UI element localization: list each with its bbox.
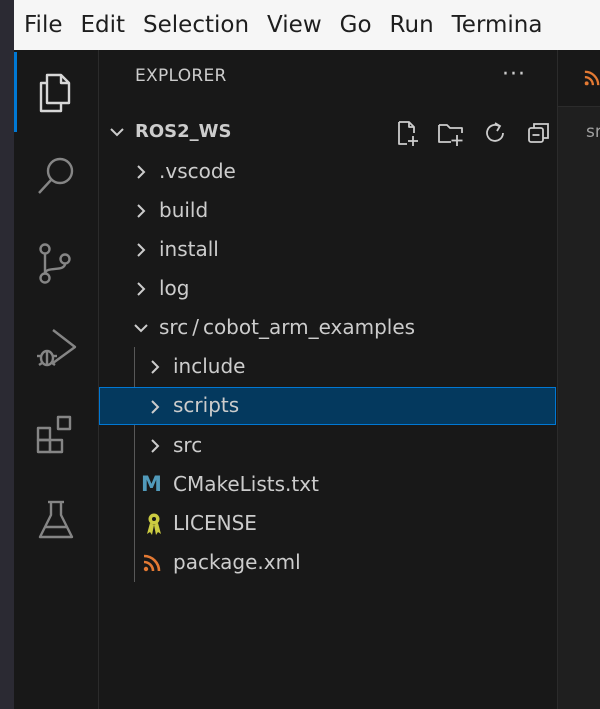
activity-search-button[interactable] [28,148,84,204]
chevron-right-icon [137,243,146,257]
tree-item-label: log [159,276,190,300]
tree-item-license[interactable]: LICENSE [99,505,556,543]
tree-item-label: scripts [173,393,240,417]
extensions-icon [36,415,72,454]
new-file-button[interactable] [387,118,427,148]
activity-source-control-button[interactable] [28,235,84,291]
cmake-icon: M [141,472,162,496]
tree-item-label: include [173,354,246,378]
search-icon [38,157,74,194]
tree-item-cmakelists[interactable]: M CMakeLists.txt [99,466,556,504]
chevron-down-icon [134,324,148,333]
tree-item-label: build [159,198,209,222]
explorer-title: EXPLORER [135,66,227,86]
menu-bar: File Edit Selection View Go Run Termina [14,0,600,50]
menu-terminal[interactable]: Termina [442,12,551,38]
tree-item-label: LICENSE [173,511,257,535]
testing-icon [38,500,74,539]
tree-item-scripts[interactable]: scripts [99,387,556,425]
path-separator: / [192,315,199,339]
workspace-root-label: ROS2_WS [135,121,232,142]
tree-item-label: src [173,433,203,457]
chevron-down-icon [110,128,124,137]
rss-xml-icon [143,554,161,572]
menu-run[interactable]: Run [380,12,442,38]
collapse-all-button[interactable] [519,118,559,148]
new-folder-icon [438,124,463,146]
source-control-icon [39,243,71,284]
menu-edit[interactable]: Edit [71,12,134,38]
explorer-icon [39,73,71,113]
tree-item-label: install [159,237,219,261]
tree-item-label: src / cobot_arm_examples [159,315,415,339]
activity-explorer-button[interactable] [28,64,84,120]
rss-xml-icon[interactable] [584,70,600,86]
chevron-right-icon [137,204,146,218]
active-indicator [14,52,17,132]
tree-item-src[interactable]: src [99,427,556,465]
chevron-right-icon [151,400,160,414]
compact-folder-src[interactable]: src [159,315,188,339]
menu-view[interactable]: View [257,12,330,38]
tree-item-log[interactable]: log [99,270,556,308]
tree-item-label: .vscode [159,159,236,183]
explorer-sidebar: EXPLORER ··· ROS2_WS .vscode build insta… [99,50,556,709]
tree-item-package-xml[interactable]: package.xml [99,544,556,582]
editor-tab-strip [558,50,600,107]
new-folder-button[interactable] [431,118,471,148]
tree-item-label: CMakeLists.txt [173,472,319,496]
tree-item-install[interactable]: install [99,231,556,269]
collapse-all-icon [528,123,549,143]
menu-file[interactable]: File [14,12,71,38]
activity-run-debug-button[interactable] [28,320,84,376]
chevron-right-icon [137,165,146,179]
tree-item-label: package.xml [173,550,301,574]
chevron-right-icon [151,360,160,374]
new-file-icon [398,121,418,146]
explorer-actions [387,118,559,148]
tree-item-include[interactable]: include [99,348,556,386]
menu-selection[interactable]: Selection [133,12,257,38]
run-debug-icon [37,329,77,367]
tree-item-build[interactable]: build [99,192,556,230]
tree-item-src-cobot-arm-examples[interactable]: src / cobot_arm_examples [99,309,556,347]
more-actions-icon[interactable]: ··· [502,62,526,87]
breadcrumb[interactable]: sr [586,122,600,142]
workspace-root[interactable]: ROS2_WS [99,114,556,150]
activity-testing-button[interactable] [28,492,84,548]
activity-extensions-button[interactable] [28,406,84,462]
license-icon [147,513,161,535]
tree-item-vscode[interactable]: .vscode [99,153,556,191]
editor-area: sr [557,50,600,709]
refresh-icon [486,122,504,142]
chevron-right-icon [151,439,160,453]
refresh-button[interactable] [475,118,515,148]
activity-bar [14,50,99,709]
compact-folder-cobot-arm-examples[interactable]: cobot_arm_examples [203,315,415,339]
chevron-right-icon [137,282,146,296]
menu-go[interactable]: Go [330,12,380,38]
desktop-edge [0,0,14,709]
